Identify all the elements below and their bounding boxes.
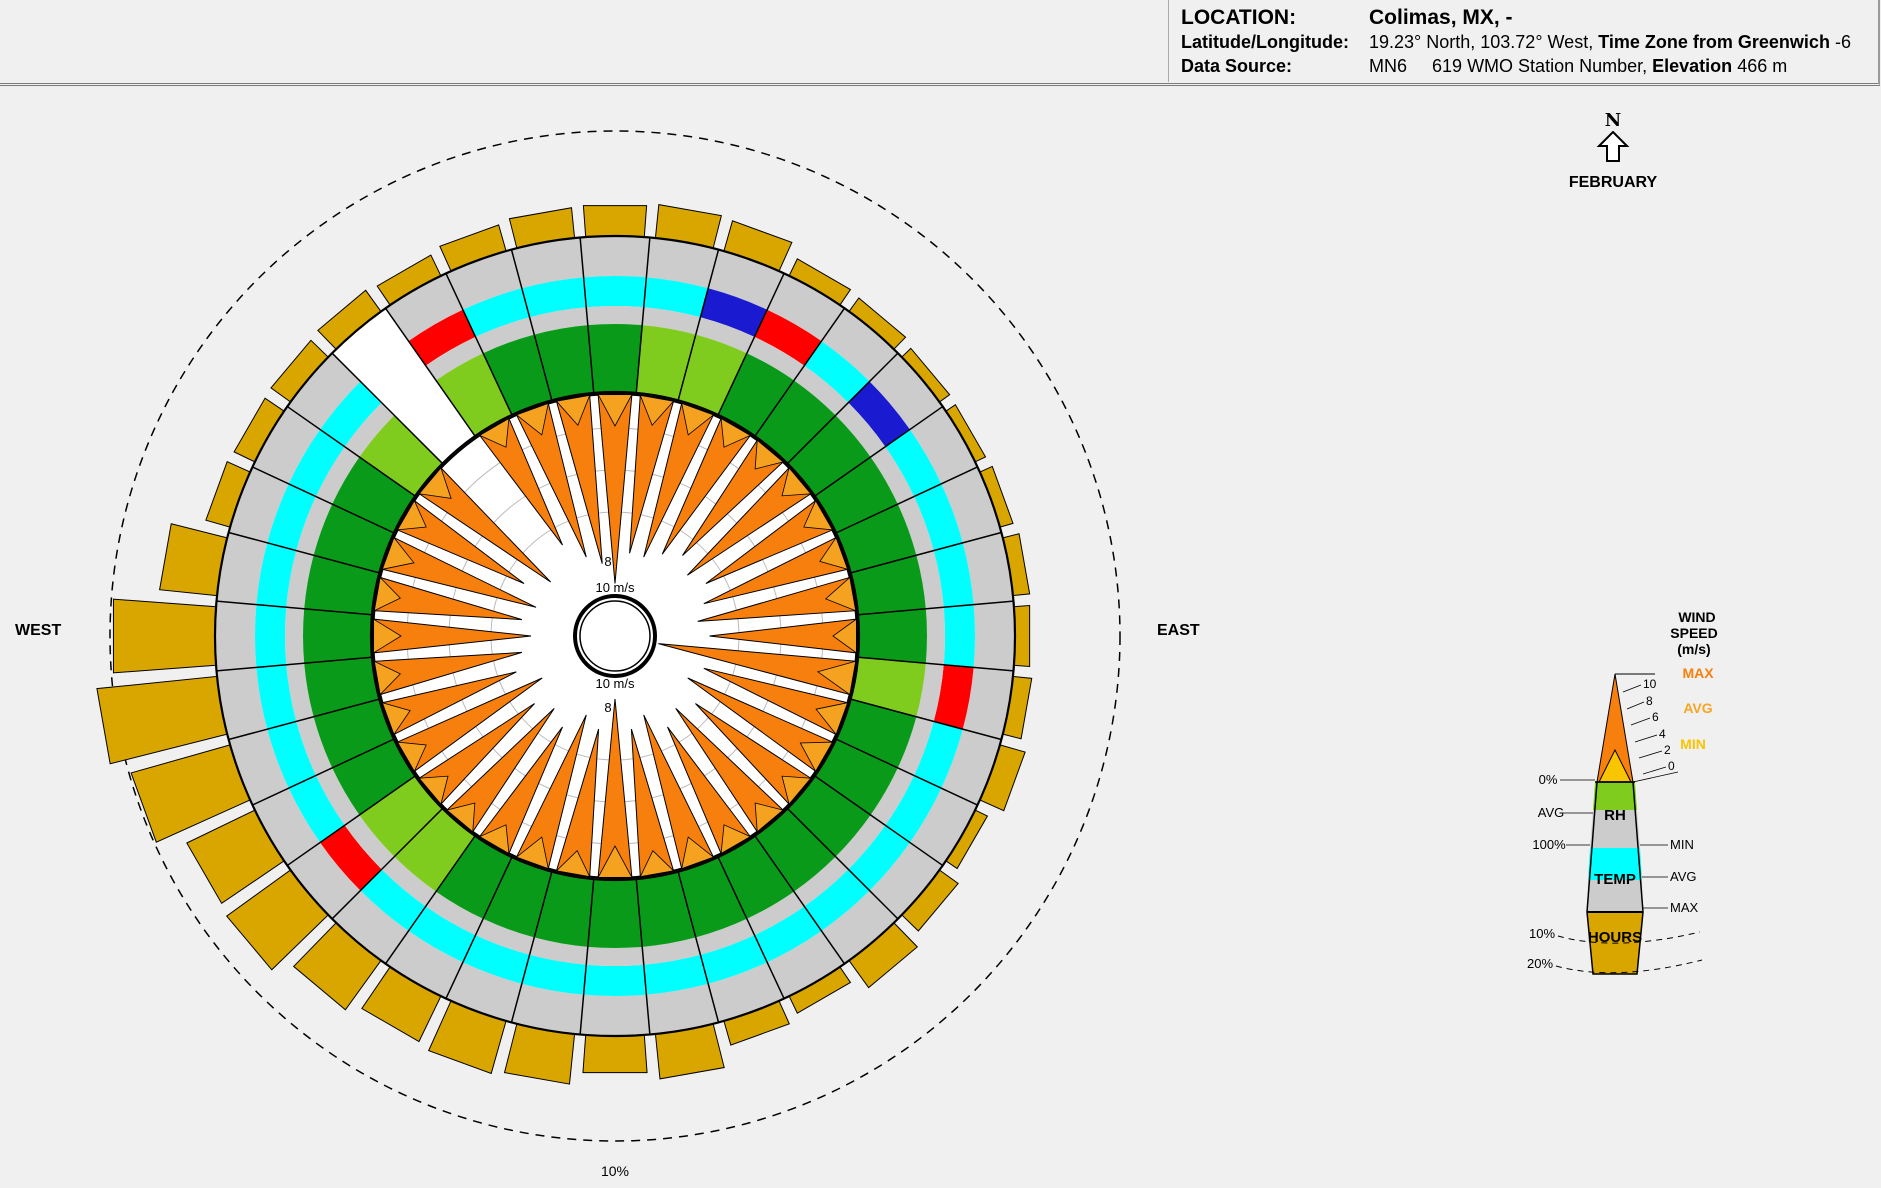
legend-temp-label: TEMP: [1594, 871, 1636, 888]
month-label: FEBRUARY: [1568, 174, 1658, 191]
legend-tick-mark: [1634, 734, 1658, 743]
legend-avg-label: AVG: [1683, 700, 1712, 716]
legend-tick-mark: [1632, 771, 1679, 783]
legend-rh-label: RH: [1604, 807, 1626, 824]
elevation-label: Elevation: [1652, 56, 1733, 76]
legend-tick-mark: [1642, 766, 1667, 775]
east-label: EAST: [1157, 622, 1200, 639]
location-box: LOCATION: Colimas, MX, - Latitude/Longit…: [1168, 0, 1879, 82]
legend-temp-max: MAX: [1670, 900, 1699, 915]
rh-cell: [858, 608, 927, 664]
legend-tick-mark: [1622, 684, 1642, 693]
legend-title: (m/s): [1677, 641, 1710, 657]
north-arrow-icon: [1596, 130, 1630, 162]
latlon-label: Latitude/Longitude:: [1181, 32, 1349, 52]
temp-cell: [943, 604, 975, 668]
speed-ring-label: 10 m/s: [595, 580, 635, 595]
legend-hours-10: 10%: [1529, 926, 1555, 941]
legend-tick-mark: [1630, 717, 1651, 726]
wind-wheel-chart: 10 m/s 8 10 m/s 8 10%: [96, 130, 1121, 1179]
station-number: 619 WMO Station Number,: [1432, 56, 1648, 76]
legend-tick-mark: [1626, 701, 1645, 710]
legend-speed-tick: 0: [1668, 759, 1675, 773]
west-label: WEST: [15, 622, 62, 639]
hours-bar: [582, 1034, 648, 1074]
temp-cell: [583, 964, 647, 996]
legend-speed-tick: 2: [1664, 743, 1671, 757]
calm-inner-circle: [579, 600, 651, 672]
source-code: MN6: [1369, 56, 1408, 76]
legend-speed-tick: 10: [1643, 677, 1657, 691]
legend-temp-min: MIN: [1670, 837, 1694, 852]
legend-max-label: MAX: [1682, 665, 1714, 681]
header-panel: LOCATION: Colimas, MX, - Latitude/Longit…: [0, 0, 1880, 86]
latlon-value: 19.23° North, 103.72° West,: [1369, 32, 1594, 52]
hours-bar: [1013, 605, 1031, 667]
hours-scale-label: 10%: [601, 1163, 629, 1179]
rh-cell: [303, 608, 372, 664]
legend-temp-avg: AVG: [1670, 869, 1697, 884]
legend-min-label: MIN: [1680, 736, 1706, 752]
latlon-line: 19.23° North, 103.72° West, Time Zone fr…: [1369, 32, 1851, 53]
elevation-value: 466 m: [1737, 56, 1788, 76]
source-label: Data Source:: [1181, 56, 1293, 76]
north-indicator: N FEBRUARY: [1568, 110, 1658, 191]
hours-bar: [159, 523, 228, 597]
temp-max-cell: [214, 601, 257, 671]
legend-title: SPEED: [1670, 625, 1717, 641]
speed-ring-label: 8: [604, 554, 611, 569]
legend-rh-zero: 0%: [1539, 772, 1558, 787]
legend-rh-avg: AVG: [1538, 805, 1565, 820]
rh-cell: [587, 879, 643, 949]
legend-title: WIND: [1678, 609, 1715, 625]
legend-tick-mark: [1638, 750, 1663, 759]
legend-speed-tick: 6: [1652, 710, 1659, 724]
timezone-label: Time Zone from Greenwich: [1598, 32, 1830, 52]
temp-max-cell: [580, 994, 650, 1036]
speed-ring-label: 8: [604, 700, 611, 715]
legend-rh-hundred: 100%: [1532, 837, 1566, 852]
temp-min-cell: [586, 946, 644, 966]
temp-max-cell: [580, 236, 650, 278]
rh-cell: [587, 324, 643, 393]
temp-min-cell: [284, 607, 305, 665]
temp-cell: [255, 604, 287, 668]
timezone-value: -6: [1834, 32, 1851, 52]
location-label: LOCATION:: [1181, 6, 1297, 29]
temp-cell: [583, 276, 647, 308]
temp-max-cell: [973, 601, 1015, 671]
location-value: Colimas, MX, -: [1369, 6, 1513, 29]
source-line: MN6 619 WMO Station Number, Elevation 46…: [1369, 56, 1787, 77]
hours-bar: [96, 675, 228, 765]
temp-min-cell: [925, 607, 945, 665]
legend-key: WINDSPEED(m/s) MAX AVG MIN 10 8 64 2 0 0% AVG 100% R…: [1527, 609, 1718, 975]
temp-min-cell: [586, 306, 644, 326]
legend-speed-tick: 4: [1659, 727, 1666, 741]
legend-hours-20: 20%: [1527, 956, 1553, 971]
speed-ring-label: 10 m/s: [595, 676, 635, 691]
north-letter: N: [1604, 110, 1622, 131]
legend-speed-tick: 8: [1646, 694, 1653, 708]
hours-bar: [582, 205, 648, 238]
legend-rh-green: [1593, 782, 1637, 810]
hours-bar: [112, 598, 217, 674]
